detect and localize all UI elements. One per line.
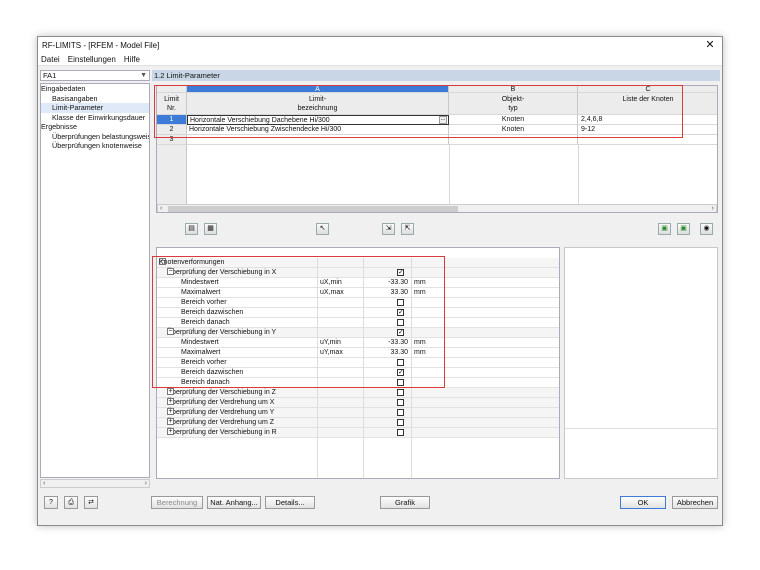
expand-icon[interactable]: + — [167, 428, 174, 435]
detail-label-wrap: + Überprüfung der Verdrehung um X — [167, 398, 274, 407]
close-icon[interactable]: ✕ — [702, 37, 718, 53]
col-divider — [449, 145, 450, 205]
scroll-right-icon[interactable]: › — [712, 205, 714, 212]
save-icon[interactable]: ▦ — [204, 223, 217, 235]
detail-group-row[interactable]: + Überprüfung der Verdrehung um Z — [157, 418, 559, 428]
detail-label: Überprüfung der Verschiebung in Z — [167, 389, 276, 396]
grafik-button[interactable]: Grafik — [380, 496, 430, 509]
scroll-right-icon[interactable]: › — [145, 480, 147, 487]
import-icon[interactable]: ⇲ — [382, 223, 395, 235]
tree-group-ergebnisse[interactable]: Ergebnisse — [41, 122, 149, 132]
col-divider — [578, 145, 579, 205]
checkbox-unchecked[interactable] — [397, 429, 404, 436]
detail-label-wrap: + Überprüfung der Verdrehung um Y — [167, 408, 274, 417]
detail-group-row[interactable]: + Überprüfung der Verschiebung in R — [157, 428, 559, 438]
rf-limits-window: RF-LIMITS - [RFEM - Model File] ✕ Datei … — [37, 36, 723, 526]
highlight-table-rows — [154, 85, 683, 138]
print-icon[interactable]: ⎙ — [64, 496, 78, 509]
panel-divider — [565, 428, 717, 429]
scroll-thumb[interactable] — [168, 206, 458, 212]
empty-rownum-area — [157, 145, 187, 205]
detail-label-wrap: + Überprüfung der Verdrehung um Z — [167, 418, 274, 427]
tree-item-knotenweise[interactable]: Überprüfungen knotenweise — [41, 141, 149, 151]
expand-icon[interactable]: + — [167, 418, 174, 425]
tree-group-eingabedaten[interactable]: Eingabedaten — [41, 84, 149, 94]
checkbox-unchecked[interactable] — [397, 389, 404, 396]
chevron-down-icon: ▼ — [140, 72, 147, 79]
select-icon[interactable]: ↖ — [316, 223, 329, 235]
menu-einstellungen[interactable]: Einstellungen — [65, 53, 119, 64]
window-title: RF-LIMITS - [RFEM - Model File] — [42, 41, 160, 50]
ok-button[interactable]: OK — [620, 496, 666, 509]
expand-icon[interactable]: + — [167, 408, 174, 415]
detail-label: Überprüfung der Verdrehung um Z — [167, 419, 275, 426]
scroll-left-icon[interactable]: ‹ — [43, 480, 45, 487]
navigator-tree: Eingabedaten Basisangaben Limit-Paramete… — [40, 83, 150, 478]
detail-group-row[interactable]: + Überprüfung der Verdrehung um Y — [157, 408, 559, 418]
menu-datei[interactable]: Datei — [38, 53, 63, 64]
load-case-value: FA1 — [43, 71, 57, 80]
scroll-left-icon[interactable]: ‹ — [160, 205, 162, 212]
detail-label-wrap: + Überprüfung der Verschiebung in R — [167, 428, 277, 437]
tree-scrollbar[interactable]: ‹ › — [40, 479, 150, 488]
view-icon[interactable]: ◉ — [700, 223, 713, 235]
panel-title: 1.2 Limit-Parameter — [152, 70, 720, 81]
export-icon[interactable]: ⇱ — [401, 223, 414, 235]
tree-item-basisangaben[interactable]: Basisangaben — [41, 94, 149, 104]
detail-label-wrap: + Überprüfung der Verschiebung in Z — [167, 388, 276, 397]
expand-icon[interactable]: + — [167, 388, 174, 395]
highlight-details — [152, 256, 445, 388]
help-icon[interactable]: ? — [44, 496, 58, 509]
nat-anhang-button[interactable]: Nat. Anhang... — [207, 496, 261, 509]
book-icon[interactable]: ▤ — [185, 223, 198, 235]
menu-bar: Datei Einstellungen Hilfe — [38, 53, 722, 66]
detail-group-row[interactable]: + Überprüfung der Verdrehung um X — [157, 398, 559, 408]
berechnung-button[interactable]: Berechnung — [151, 496, 203, 509]
excel-import-icon[interactable]: ▣ — [658, 223, 671, 235]
abbrechen-button[interactable]: Abbrechen — [672, 496, 718, 509]
detail-label: Überprüfung der Verschiebung in R — [167, 429, 277, 436]
tree-item-limit-parameter[interactable]: Limit-Parameter — [41, 103, 149, 113]
tree-item-klasse[interactable]: Klasse der Einwirkungsdauer — [41, 113, 149, 123]
preview-panel — [564, 247, 718, 479]
detail-label: Überprüfung der Verdrehung um X — [167, 399, 275, 406]
menu-hilfe[interactable]: Hilfe — [121, 53, 143, 64]
checkbox-unchecked[interactable] — [397, 419, 404, 426]
excel-export-icon[interactable]: ▣ — [677, 223, 690, 235]
load-case-select[interactable]: FA1 ▼ — [40, 70, 150, 81]
expand-icon[interactable]: + — [167, 398, 174, 405]
details-button[interactable]: Details... — [265, 496, 315, 509]
title-bar: RF-LIMITS - [RFEM - Model File] ✕ — [38, 37, 722, 53]
units-icon[interactable]: ⇄ — [84, 496, 98, 509]
checkbox-unchecked[interactable] — [397, 399, 404, 406]
checkbox-unchecked[interactable] — [397, 409, 404, 416]
tree-item-belastungsweise[interactable]: Überprüfungen belastungsweise — [41, 132, 149, 142]
table-scrollbar[interactable]: ‹ › — [157, 204, 717, 212]
detail-label: Überprüfung der Verdrehung um Y — [167, 409, 275, 416]
detail-group-row[interactable]: + Überprüfung der Verschiebung in Z — [157, 388, 559, 398]
